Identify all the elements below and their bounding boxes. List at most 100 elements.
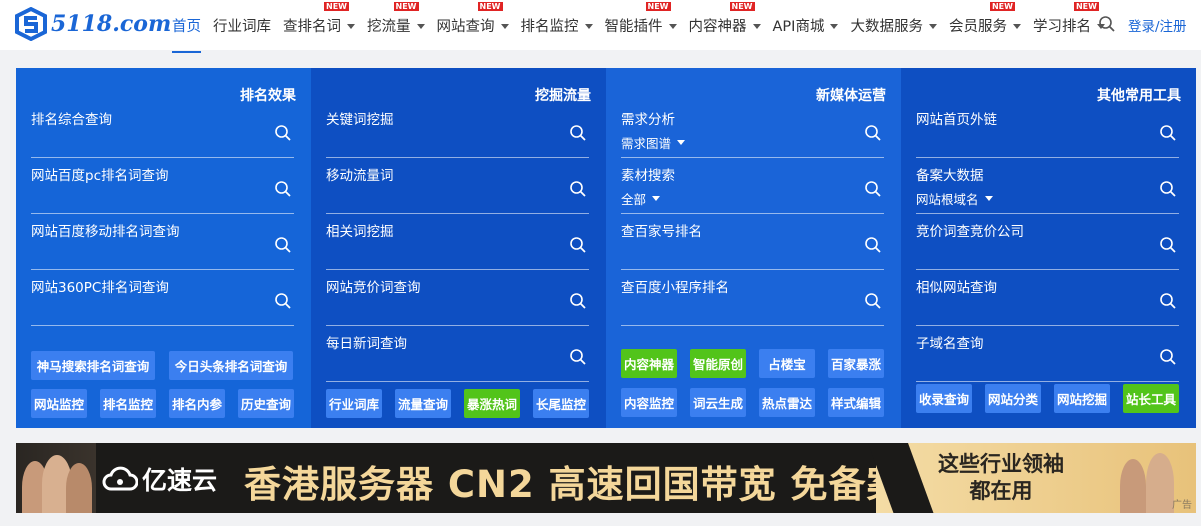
tool-button[interactable]: 暴涨热词 — [464, 389, 520, 418]
cloud-icon — [102, 466, 138, 491]
nav-item-label: 会员服务 — [948, 18, 1007, 35]
search-icon[interactable] — [274, 124, 292, 142]
new-badge: NEW — [645, 2, 671, 11]
tool-button[interactable]: 历史查询 — [238, 389, 294, 418]
tool-button[interactable]: 流量查询 — [395, 389, 451, 418]
search-icon[interactable] — [864, 124, 882, 142]
caret-down-icon — [668, 23, 677, 29]
nav-item-label: 挖流量 — [367, 18, 411, 35]
search-icon[interactable] — [569, 124, 587, 142]
tool-button[interactable]: 内容神器 — [621, 349, 677, 378]
new-badge: NEW — [393, 2, 419, 11]
tools-panel: 排名效果 排名综合查询 网站百度pc排名词查询 网站百度移动排名词查询 网站360PC排… — [16, 68, 1196, 428]
search-icon[interactable] — [1159, 348, 1177, 366]
tool-search-row[interactable]: 备案大数据 网站根域名 — [916, 164, 1179, 214]
tool-column-4: 其他常用工具 网站首页外链 备案大数据 网站根域名 竞价词查竞价公司 相似网站查询 子域名查… — [901, 68, 1196, 428]
top-navbar: 5118.com 首页 行业词库 查排名词 NEW 挖流量 NEW 网站查询 NEW 排名监控 智… — [0, 0, 1201, 53]
tool-search-row[interactable]: 网站竞价词查询 — [326, 276, 589, 326]
tool-search-row[interactable]: 查百家号排名 — [621, 220, 884, 270]
nav-item-3[interactable]: 挖流量 NEW — [367, 0, 425, 50]
nav-item-6[interactable]: 智能插件 NEW — [605, 0, 677, 50]
nav-item-7[interactable]: 内容神器 NEW — [689, 0, 761, 50]
banner-brand-name: 亿速云 — [142, 466, 218, 495]
tool-filter-dropdown[interactable]: 全部 — [621, 189, 661, 208]
new-badge: NEW — [989, 2, 1015, 11]
nav-item-4[interactable]: 网站查询 NEW — [437, 0, 509, 50]
search-icon[interactable] — [864, 292, 882, 310]
tool-button[interactable]: 内容监控 — [621, 388, 677, 417]
search-icon[interactable] — [274, 180, 292, 198]
tool-button[interactable]: 收录查询 — [916, 384, 972, 413]
nav-item-1[interactable]: 行业词库 — [213, 0, 271, 50]
tool-button[interactable]: 行业词库 — [326, 389, 382, 418]
tool-button[interactable]: 网站监控 — [31, 389, 87, 418]
tool-search-row[interactable]: 网站360PC排名词查询 — [31, 276, 294, 326]
tool-search-row[interactable]: 相似网站查询 — [916, 276, 1179, 326]
tool-search-row[interactable]: 查百度小程序排名 — [621, 276, 884, 326]
nav-item-label: 智能插件 — [604, 18, 663, 35]
search-icon[interactable] — [569, 236, 587, 254]
nav-item-8[interactable]: API商城 — [773, 0, 839, 50]
caret-down-icon — [584, 23, 593, 29]
ad-banner[interactable]: 亿速云 香港服务器 CN2 高速回国带宽 免备案 这些行业领袖 都在用 广告 — [16, 443, 1196, 513]
search-icon[interactable] — [569, 292, 587, 310]
tool-search-row[interactable]: 需求分析 需求图谱 — [621, 108, 884, 158]
tool-search-row[interactable]: 网站百度pc排名词查询 — [31, 164, 294, 214]
tool-button[interactable]: 排名内参 — [169, 389, 225, 418]
search-icon[interactable] — [1098, 15, 1116, 33]
tool-button[interactable]: 智能原创 — [690, 349, 746, 378]
tool-search-row[interactable]: 网站首页外链 — [916, 108, 1179, 158]
tool-button[interactable]: 词云生成 — [690, 388, 746, 417]
new-badge: NEW — [729, 2, 755, 11]
search-icon[interactable] — [864, 236, 882, 254]
nav-item-label: 内容神器 — [688, 18, 747, 35]
tool-search-row[interactable]: 竞价词查竞价公司 — [916, 220, 1179, 270]
tool-button[interactable]: 今日头条排名词查询 — [169, 351, 293, 380]
tool-button[interactable]: 网站分类 — [985, 384, 1041, 413]
nav-item-5[interactable]: 排名监控 — [521, 0, 593, 50]
nav-item-11[interactable]: 学习排名 NEW — [1033, 0, 1105, 50]
tool-button[interactable]: 占楼宝 — [759, 349, 815, 378]
caret-down-icon — [500, 23, 509, 29]
search-icon[interactable] — [1159, 180, 1177, 198]
banner-brand: 亿速云 — [102, 461, 217, 497]
tool-filter-dropdown[interactable]: 网站根域名 — [916, 189, 993, 208]
column-title: 挖掘流量 — [535, 88, 591, 104]
search-icon[interactable] — [864, 180, 882, 198]
tool-button[interactable]: 样式编辑 — [828, 388, 884, 417]
caret-down-icon — [677, 140, 686, 145]
tool-search-row[interactable]: 素材搜索 全部 — [621, 164, 884, 214]
nav-item-2[interactable]: 查排名词 NEW — [283, 0, 355, 50]
tool-search-row[interactable]: 子域名查询 — [916, 332, 1179, 382]
tool-button[interactable]: 网站挖掘 — [1054, 384, 1110, 413]
tool-button[interactable]: 排名监控 — [100, 389, 156, 418]
tool-search-row[interactable]: 相关词挖掘 — [326, 220, 589, 270]
tool-filter-dropdown[interactable]: 需求图谱 — [621, 133, 686, 152]
tool-button[interactable]: 长尾监控 — [533, 389, 589, 418]
nav-item-9[interactable]: 大数据服务 — [850, 0, 937, 50]
tool-search-row[interactable]: 网站百度移动排名词查询 — [31, 220, 294, 270]
tool-search-row[interactable]: 排名综合查询 — [31, 108, 294, 158]
nav-item-0[interactable]: 首页 — [172, 0, 201, 53]
search-icon[interactable] — [1159, 124, 1177, 142]
site-logo[interactable]: 5118.com — [14, 7, 171, 41]
search-icon[interactable] — [1159, 292, 1177, 310]
search-icon[interactable] — [274, 236, 292, 254]
caret-down-icon — [928, 23, 937, 29]
search-icon[interactable] — [569, 348, 587, 366]
login-register-link[interactable]: 登录/注册 — [1128, 15, 1187, 35]
search-icon[interactable] — [274, 292, 292, 310]
tool-search-row[interactable]: 每日新词查询 — [326, 332, 589, 382]
tool-search-row[interactable]: 移动流量词 — [326, 164, 589, 214]
nav-item-10[interactable]: 会员服务 NEW — [949, 0, 1021, 50]
tool-button[interactable]: 热点雷达 — [759, 388, 815, 417]
tool-search-row[interactable]: 关键词挖掘 — [326, 108, 589, 158]
nav-item-label: 网站查询 — [436, 18, 495, 35]
tool-label: 网站竞价词查询 — [326, 280, 421, 296]
tool-button[interactable]: 百家暴涨 — [828, 349, 884, 378]
tool-button[interactable]: 神马搜索排名词查询 — [31, 351, 155, 380]
search-icon[interactable] — [1159, 236, 1177, 254]
tool-label: 需求分析 — [621, 112, 675, 128]
tool-button[interactable]: 站长工具 — [1123, 384, 1179, 413]
search-icon[interactable] — [569, 180, 587, 198]
